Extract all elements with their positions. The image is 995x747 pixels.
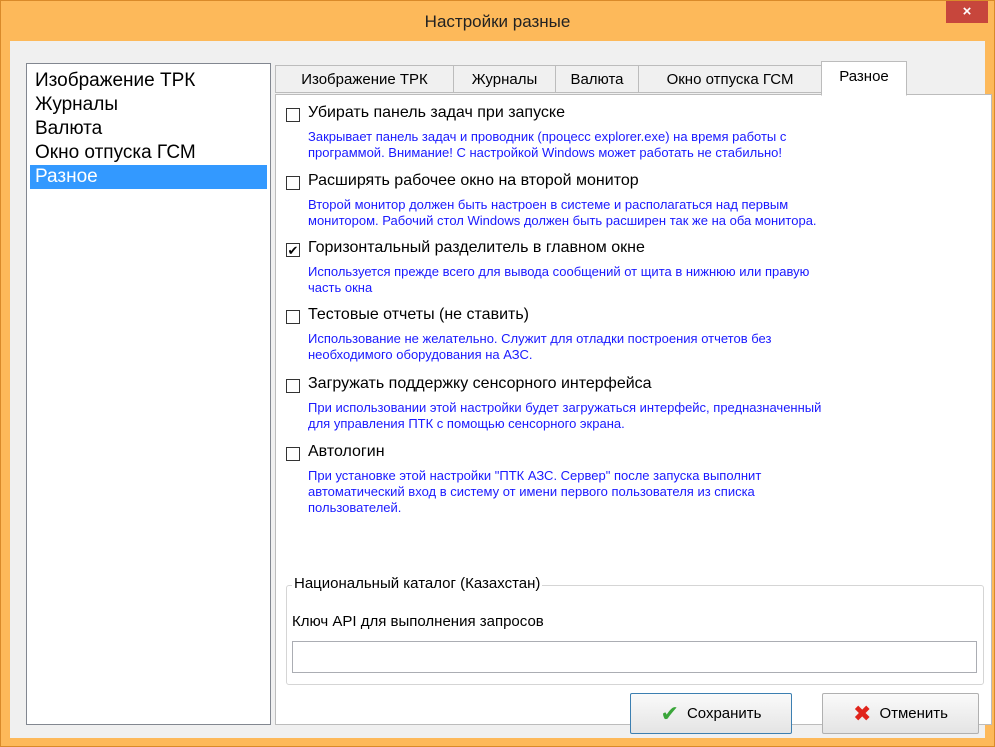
settings-window: Настройки разные × Изображение ТРК Журна…	[0, 0, 995, 747]
autologin-label[interactable]: Автологин	[308, 443, 385, 461]
touch-interface-checkbox[interactable]	[286, 379, 300, 393]
test-reports-label[interactable]: Тестовые отчеты (не ставить)	[308, 306, 529, 324]
test-reports-description: Использование не желательно. Служит для …	[308, 331, 988, 363]
second-monitor-description: Второй монитор должен быть настроен в си…	[308, 197, 988, 229]
nav-item-trk-image[interactable]: Изображение ТРК	[30, 69, 267, 93]
nav-item-fuel-dispense-window[interactable]: Окно отпуска ГСМ	[30, 141, 267, 165]
autologin-checkbox[interactable]	[286, 447, 300, 461]
description-line: автоматический вход в систему от имени п…	[308, 484, 755, 499]
green-check-icon: ✔	[660, 700, 679, 726]
national-catalog-group: Национальный каталог (Казахстан) Ключ AP…	[286, 575, 984, 685]
horizontal-splitter-checkbox[interactable]: ✔	[286, 243, 300, 257]
description-line: Используется прежде всего для вывода соо…	[308, 264, 810, 279]
description-line: Использование не желательно. Служит для …	[308, 331, 772, 346]
save-button-label: Сохранить	[686, 705, 762, 722]
description-line: При использовании этой настройки будет з…	[308, 400, 822, 415]
tab-currency[interactable]: Валюта	[555, 65, 639, 93]
cancel-button-label: Отменить	[879, 705, 948, 722]
close-icon: ×	[962, 3, 972, 20]
settings-category-list[interactable]: Изображение ТРК Журналы Валюта Окно отпу…	[26, 63, 271, 725]
save-button[interactable]: ✔ Сохранить	[630, 693, 792, 734]
autologin-description: При установке этой настройки "ПТК АЗС. С…	[308, 468, 988, 516]
second-monitor-checkbox[interactable]	[286, 176, 300, 190]
client-area: Изображение ТРК Журналы Валюта Окно отпу…	[10, 41, 992, 738]
cancel-button[interactable]: ✖ Отменить	[822, 693, 979, 734]
window-title: Настройки разные	[424, 12, 571, 31]
group-title: Национальный каталог (Казахстан)	[292, 575, 543, 592]
api-key-input[interactable]	[292, 641, 977, 673]
test-reports-checkbox[interactable]	[286, 310, 300, 324]
touch-interface-label[interactable]: Загружать поддержку сенсорного интерфейс…	[308, 375, 652, 393]
nav-item-misc[interactable]: Разное	[30, 165, 267, 189]
tab-trk-image[interactable]: Изображение ТРК	[275, 65, 454, 93]
hide-taskbar-checkbox[interactable]	[286, 108, 300, 122]
checkmark-icon: ✔	[287, 243, 299, 258]
hide-taskbar-label[interactable]: Убирать панель задач при запуске	[308, 104, 565, 122]
hide-taskbar-description: Закрывает панель задач и проводник (проц…	[308, 129, 988, 161]
close-button[interactable]: ×	[946, 1, 988, 23]
description-line: При установке этой настройки "ПТК АЗС. С…	[308, 468, 762, 483]
red-x-icon: ✖	[853, 700, 872, 726]
description-line: Закрывает панель задач и проводник (проц…	[308, 129, 787, 144]
horizontal-splitter-label[interactable]: Горизонтальный разделитель в главном окн…	[308, 239, 645, 257]
nav-item-currency[interactable]: Валюта	[30, 117, 267, 141]
description-line: необходимого оборудования на АЗС.	[308, 347, 533, 362]
description-line: монитором. Рабочий стол Windows должен б…	[308, 213, 817, 228]
tab-panel-misc: Убирать панель задач при запуске Закрыва…	[275, 94, 992, 725]
tab-journals[interactable]: Журналы	[453, 65, 556, 93]
nav-item-journals[interactable]: Журналы	[30, 93, 267, 117]
api-key-label: Ключ API для выполнения запросов	[292, 613, 544, 630]
touch-interface-description: При использовании этой настройки будет з…	[308, 400, 988, 432]
description-line: часть окна	[308, 280, 373, 295]
tab-fuel-dispense-window[interactable]: Окно отпуска ГСМ	[638, 65, 822, 93]
second-monitor-label[interactable]: Расширять рабочее окно на второй монитор	[308, 172, 639, 190]
description-line: для управления ПТК с помощью сенсорного …	[308, 416, 625, 431]
description-line: программой. Внимание! С настройкой Windo…	[308, 145, 783, 160]
horizontal-splitter-description: Используется прежде всего для вывода соо…	[308, 264, 988, 296]
tab-misc[interactable]: Разное	[821, 61, 907, 96]
description-line: пользователей.	[308, 500, 402, 515]
title-bar[interactable]: Настройки разные	[1, 1, 994, 41]
description-line: Второй монитор должен быть настроен в си…	[308, 197, 789, 212]
